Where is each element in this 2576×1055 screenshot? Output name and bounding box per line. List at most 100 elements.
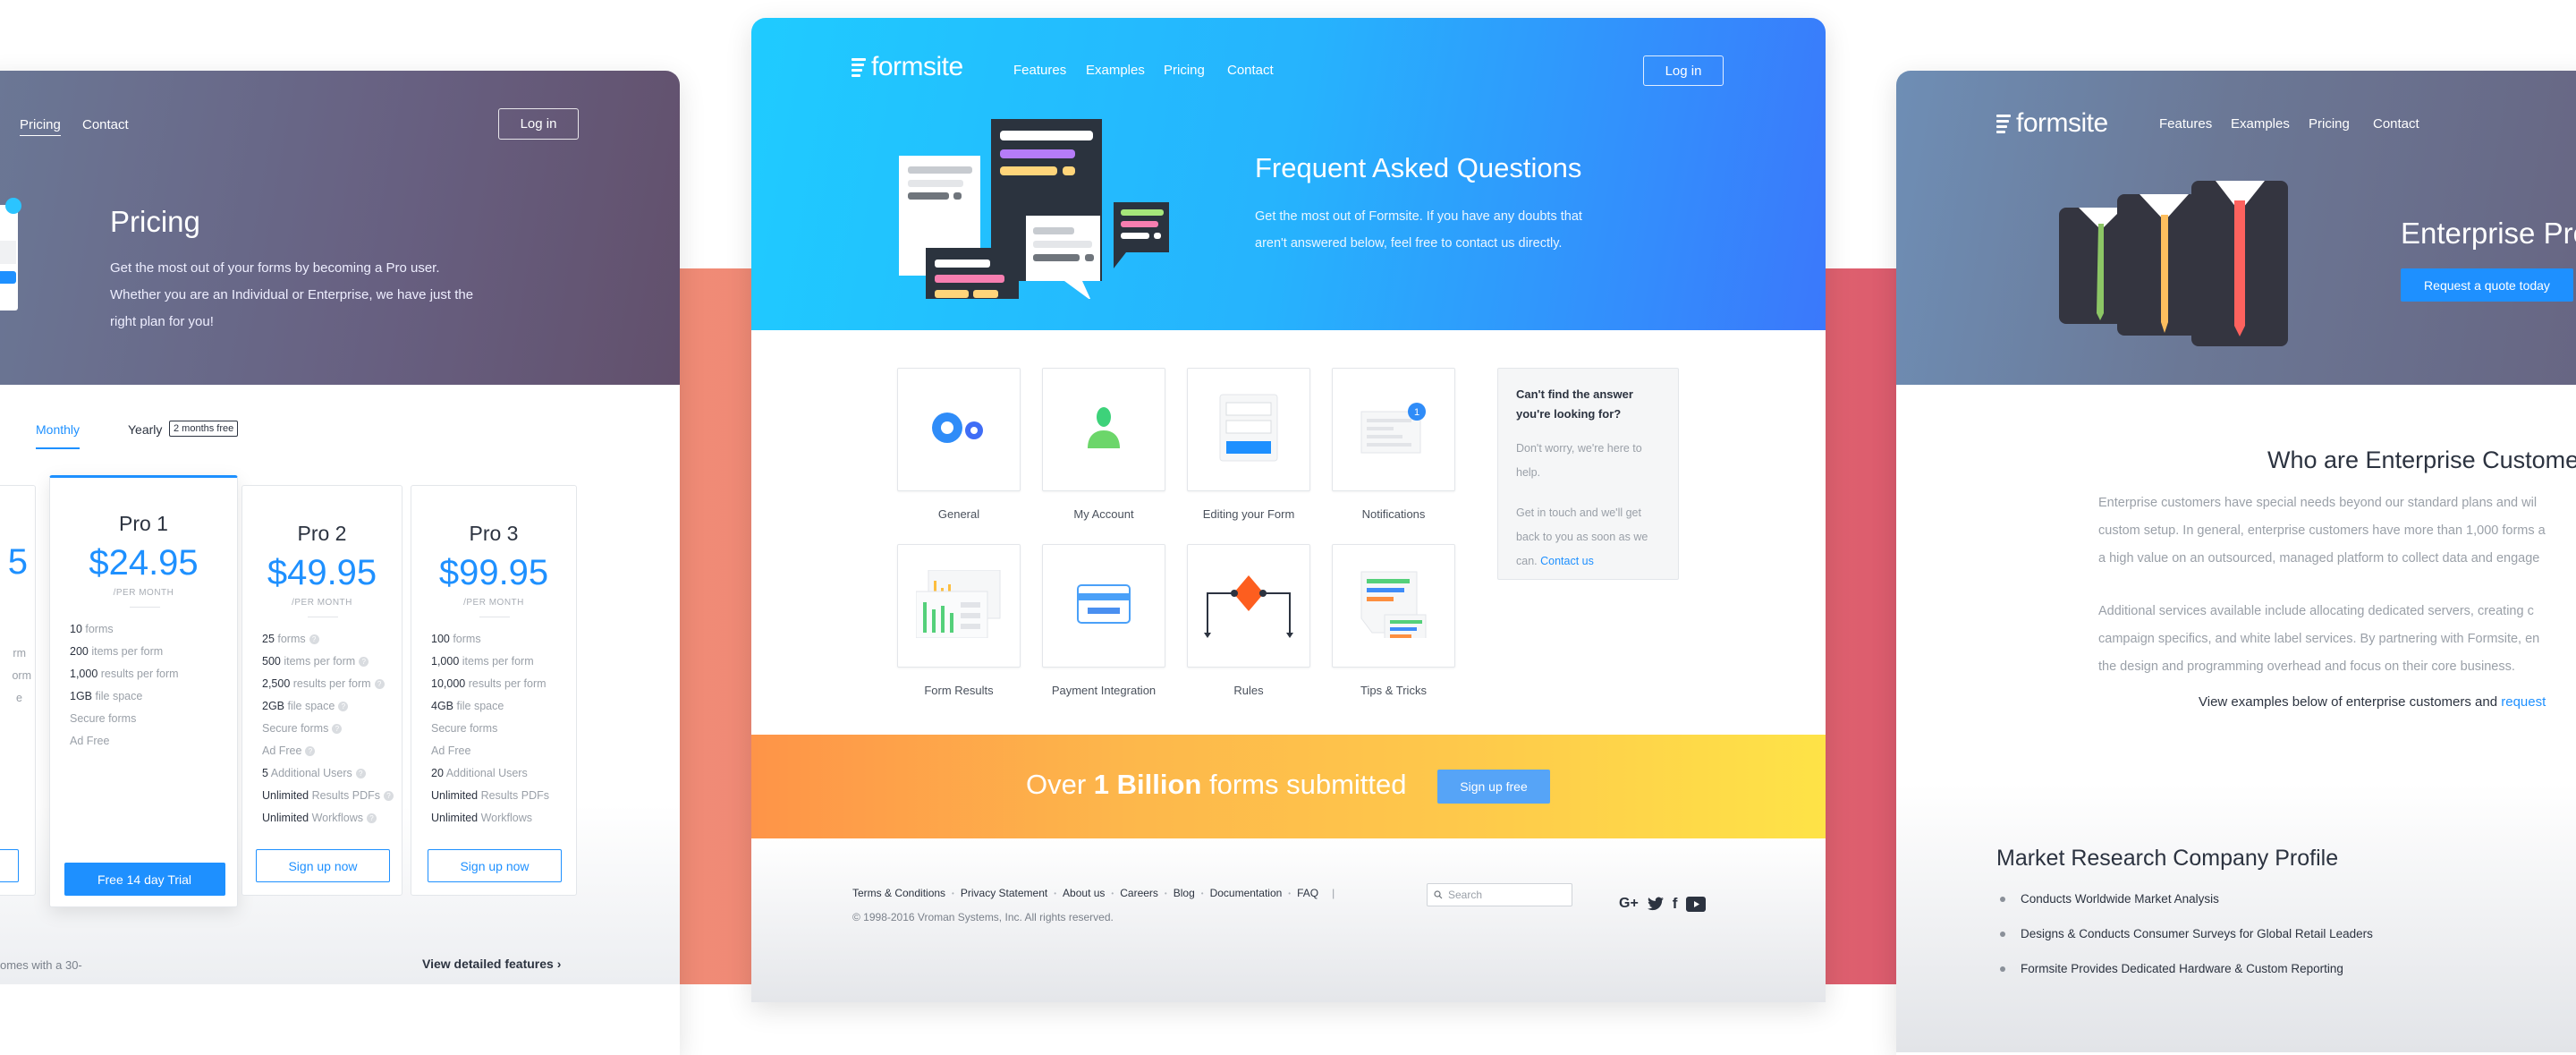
- help-icon[interactable]: ?: [332, 724, 343, 735]
- link-separator: •: [1054, 889, 1057, 898]
- feature-value: 500: [262, 655, 281, 668]
- faq-category-label[interactable]: Rules: [1187, 684, 1310, 697]
- twitter-icon[interactable]: [1647, 897, 1664, 911]
- faq-category-notifications[interactable]: 1: [1332, 368, 1455, 491]
- google-plus-icon[interactable]: G+: [1619, 896, 1639, 912]
- footer-link[interactable]: Careers: [1120, 887, 1158, 899]
- footer-search-input[interactable]: Search: [1427, 883, 1572, 906]
- sign-up-button[interactable]: Sign up now: [428, 849, 562, 882]
- nav-pricing[interactable]: Pricing: [20, 117, 61, 136]
- faq-category-my-account[interactable]: [1042, 368, 1165, 491]
- faq-category-label[interactable]: My Account: [1042, 507, 1165, 521]
- formsite-logo[interactable]: formsite: [852, 52, 963, 82]
- footer-link[interactable]: Privacy Statement: [961, 887, 1047, 899]
- request-link[interactable]: request: [2501, 694, 2546, 710]
- help-box: Can't find the answer you're looking for…: [1497, 368, 1679, 580]
- chat-tips-icon: [1360, 570, 1428, 660]
- nav-pricing[interactable]: Pricing: [1164, 63, 1205, 78]
- feature-label: file space: [453, 700, 504, 712]
- feature-label: Ad Free: [70, 735, 110, 747]
- login-button[interactable]: Log in: [498, 108, 579, 140]
- help-icon[interactable]: ?: [384, 791, 394, 802]
- tab-yearly[interactable]: Yearly: [128, 422, 162, 437]
- footer-link[interactable]: Terms & Conditions: [852, 887, 945, 899]
- view-detailed-features-link[interactable]: View detailed features ›: [422, 957, 561, 971]
- faq-category-label[interactable]: Form Results: [897, 684, 1021, 697]
- plan-feature: 100 forms: [431, 633, 481, 645]
- footer-link[interactable]: Blog: [1174, 887, 1195, 899]
- faq-category-label[interactable]: Notifications: [1332, 507, 1455, 521]
- nav-examples[interactable]: Examples: [1086, 63, 1145, 78]
- pricing-description: Get the most out of your forms by becomi…: [110, 255, 473, 336]
- plan-price: $49.95: [267, 553, 377, 592]
- nav-contact[interactable]: Contact: [82, 117, 129, 132]
- social-links: G+ f: [1619, 895, 1707, 913]
- plan-feature: 1,000 results per form: [70, 668, 179, 680]
- formsite-logo[interactable]: formsite: [1996, 108, 2108, 139]
- nav-features[interactable]: Features: [1013, 63, 1066, 78]
- footer-link[interactable]: FAQ: [1297, 887, 1318, 899]
- faq-category-payment-integration[interactable]: [1042, 544, 1165, 668]
- feature-value: 2,500: [262, 677, 291, 690]
- pricing-card: Pro 3 $99.95/PER MONTH 100 forms 1,000 item…: [411, 485, 577, 896]
- discount-badge: 2 months free: [169, 421, 239, 437]
- faq-category-rules[interactable]: [1187, 544, 1310, 668]
- free-trial-button[interactable]: Free 14 day Trial: [64, 863, 225, 896]
- faq-category-label[interactable]: General: [897, 507, 1021, 521]
- nav-contact[interactable]: Contact: [2373, 116, 2419, 132]
- sign-up-button[interactable]: Sign up now: [256, 849, 390, 882]
- plan-price: $99.95: [438, 553, 549, 592]
- feature-label: results per form: [97, 668, 179, 680]
- plan-feature: 1GB file space: [70, 690, 142, 702]
- plan-feature: 5 Additional Users?: [262, 767, 366, 779]
- login-button[interactable]: Log in: [1643, 55, 1724, 86]
- feature-label: items per form: [280, 655, 356, 668]
- logo-text: formsite: [2016, 108, 2108, 138]
- description-line: Get the most out of Formsite. If you hav…: [1255, 209, 1582, 224]
- faq-category-label[interactable]: Editing your Form: [1187, 507, 1310, 521]
- faq-category-label[interactable]: Tips & Tricks: [1332, 684, 1455, 697]
- feature-value: Unlimited: [262, 789, 309, 802]
- nav-features[interactable]: Features: [2159, 116, 2212, 132]
- nav-pricing[interactable]: Pricing: [2309, 116, 2350, 132]
- help-icon[interactable]: ?: [338, 702, 349, 712]
- footer-link[interactable]: Documentation: [1210, 887, 1283, 899]
- feature-label: forms: [274, 633, 306, 645]
- notification-icon: 1: [1360, 401, 1428, 459]
- facebook-icon[interactable]: f: [1673, 895, 1678, 913]
- tab-monthly[interactable]: Monthly: [36, 422, 80, 449]
- plan-feature: 500 items per form?: [262, 655, 369, 668]
- help-icon[interactable]: ?: [305, 746, 316, 757]
- faq-category-editing-your-form[interactable]: [1187, 368, 1310, 491]
- feature-value: 200: [70, 645, 89, 658]
- paragraph-line: a high value on an outsourced, managed p…: [2098, 551, 2540, 566]
- pricing-card: Pro 1 $24.95/PER MONTH 10 forms 200 items p…: [49, 475, 238, 907]
- help-icon[interactable]: ?: [359, 657, 369, 668]
- request-quote-button[interactable]: Request a quote today: [2401, 268, 2573, 302]
- footer-link[interactable]: About us: [1063, 887, 1105, 899]
- plan-feature: Secure forms?: [262, 722, 343, 735]
- certificate-illustration: [0, 198, 21, 311]
- help-icon[interactable]: ?: [309, 634, 319, 645]
- feature-label: Ad Free: [262, 744, 302, 757]
- faq-category-tips-tricks[interactable]: [1332, 544, 1455, 668]
- sign-up-free-button[interactable]: Sign up free: [1437, 770, 1550, 804]
- contact-us-link[interactable]: Contact us: [1540, 555, 1594, 567]
- help-icon[interactable]: ?: [355, 769, 366, 779]
- plan-name: Pro 2: [297, 522, 347, 545]
- feature-label: Additional Users: [443, 767, 528, 779]
- sign-up-button-partial[interactable]: [0, 849, 19, 882]
- faq-category-form-results[interactable]: [897, 544, 1021, 668]
- plan-feature: Ad Free: [70, 735, 109, 747]
- nav-contact[interactable]: Contact: [1227, 63, 1274, 78]
- help-icon[interactable]: ?: [374, 679, 385, 690]
- youtube-icon[interactable]: [1686, 896, 1707, 912]
- help-icon[interactable]: ?: [367, 813, 377, 824]
- link-label[interactable]: View detailed features: [422, 957, 554, 971]
- faq-category-general[interactable]: [897, 368, 1021, 491]
- plan-feature: 2,500 results per form?: [262, 677, 385, 690]
- user-icon: [1086, 405, 1122, 455]
- faq-category-label[interactable]: Payment Integration: [1042, 684, 1165, 697]
- nav-examples[interactable]: Examples: [2231, 116, 2290, 132]
- pricing-page-preview: Pricing Contact Log in Pricing Get the m…: [0, 71, 680, 1055]
